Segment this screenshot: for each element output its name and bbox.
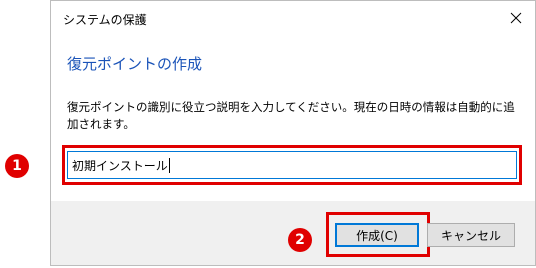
text-caret <box>168 157 170 173</box>
cancel-button-label: キャンセル <box>440 228 501 243</box>
step-marker-1-number: 1 <box>12 158 22 174</box>
system-protection-dialog: システムの保護 復元ポイントの作成 復元ポイントの識別に役立つ説明を入力してくだ… <box>50 0 536 266</box>
dialog-content: 復元ポイントの作成 復元ポイントの識別に役立つ説明を入力してください。現在の日時… <box>51 35 535 201</box>
step-marker-1: 1 <box>5 154 29 178</box>
cancel-button[interactable]: キャンセル <box>427 223 515 247</box>
screenshot-canvas: 1 システムの保護 復元ポイントの作成 復元ポイントの識別に役立つ説明を入力して… <box>0 0 536 268</box>
create-button-label: 作成(C) <box>356 228 398 243</box>
dialog-description: 復元ポイントの識別に役立つ説明を入力してください。現在の日時の情報は自動的に追加… <box>67 100 515 131</box>
restore-point-name-value: 初期インストール <box>72 158 168 173</box>
close-button[interactable] <box>503 6 529 30</box>
step-marker-2: 2 <box>288 228 312 252</box>
create-button[interactable]: 作成(C) <box>335 223 419 247</box>
restore-point-name-input[interactable]: 初期インストール <box>67 151 517 179</box>
step-marker-2-number: 2 <box>295 232 305 248</box>
title-bar: システムの保護 <box>51 1 535 35</box>
dialog-heading: 復元ポイントの作成 <box>67 55 203 73</box>
window-title: システムの保護 <box>63 13 147 27</box>
close-icon <box>510 12 522 24</box>
